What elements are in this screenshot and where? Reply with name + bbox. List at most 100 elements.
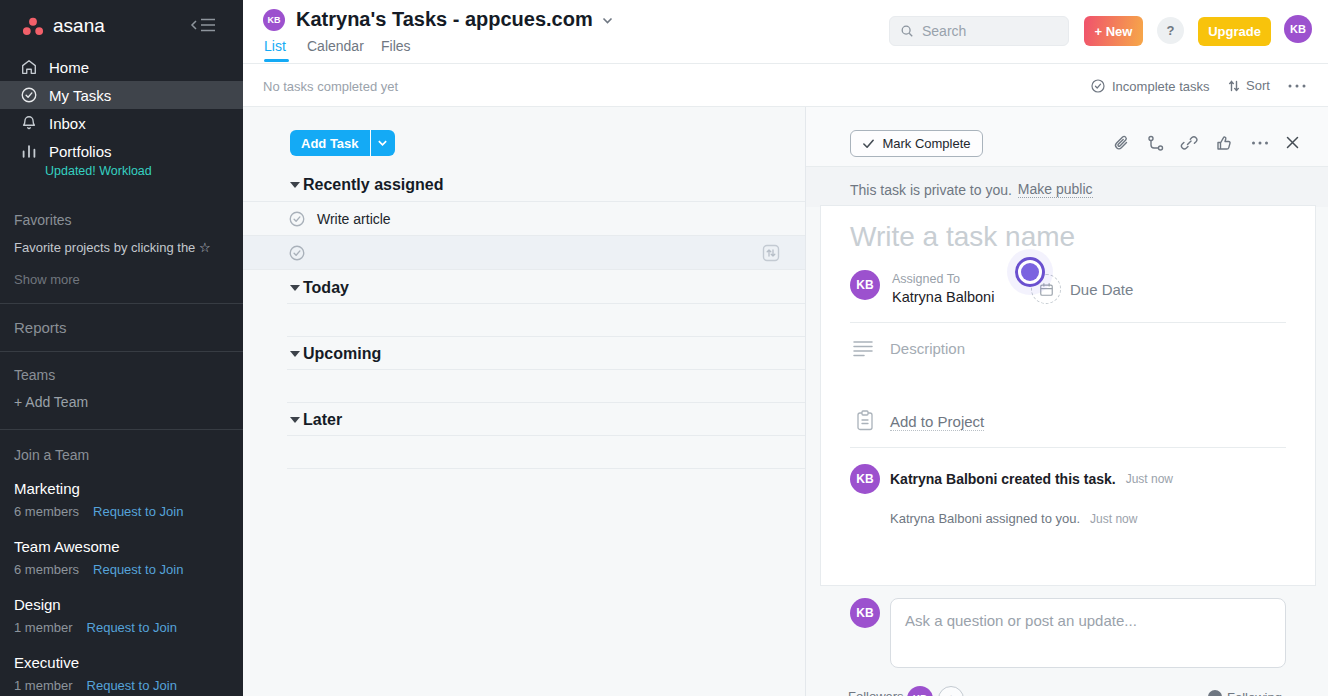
- reorder-icon[interactable]: [762, 244, 780, 262]
- sidebar-item-inbox[interactable]: Inbox: [0, 109, 243, 137]
- more-actions-icon[interactable]: [1250, 134, 1270, 152]
- asana-logo[interactable]: asana: [22, 15, 105, 37]
- section-header-upcoming[interactable]: Upcoming: [303, 345, 381, 363]
- more-options-icon[interactable]: [1286, 79, 1308, 93]
- filter-label: Incomplete tasks: [1112, 79, 1210, 94]
- add-task-button[interactable]: Add Task: [290, 130, 370, 156]
- add-follower-button[interactable]: +: [938, 686, 964, 696]
- today-rows: [287, 303, 805, 337]
- task-check-icon[interactable]: [288, 210, 306, 228]
- tab-files[interactable]: Files: [381, 38, 411, 54]
- user-avatar[interactable]: KB: [1284, 15, 1312, 43]
- sidebar-item-reports[interactable]: Reports: [14, 319, 67, 336]
- due-date-label: Due Date: [1070, 281, 1133, 298]
- section-collapse-icon[interactable]: [290, 182, 300, 188]
- team-members: 1 member: [14, 678, 73, 693]
- follower-avatar[interactable]: KB: [907, 686, 933, 696]
- team-name[interactable]: Design: [14, 596, 61, 613]
- show-more-link[interactable]: Show more: [14, 272, 80, 287]
- sidebar-item-label: Portfolios: [49, 143, 112, 160]
- assignee-avatar[interactable]: KB: [850, 270, 880, 300]
- followers-label: Followers: [848, 689, 904, 696]
- sidebar-item-label: My Tasks: [49, 87, 111, 104]
- comment-input[interactable]: Ask a question or post an update...: [890, 598, 1286, 668]
- cursor-dot: [1021, 263, 1039, 281]
- team-name[interactable]: Team Awesome: [14, 538, 120, 555]
- asana-logo-icon: [22, 17, 44, 36]
- comment-placeholder: Ask a question or post an update...: [905, 612, 1137, 629]
- completed-status: No tasks completed yet: [263, 79, 398, 94]
- sort-icon: [1227, 79, 1241, 93]
- request-to-join-link[interactable]: Request to Join: [93, 504, 183, 519]
- bell-icon: [20, 114, 38, 132]
- section-collapse-icon[interactable]: [290, 417, 300, 423]
- activity-entry: Katryna Balboni created this task. Just …: [890, 471, 1173, 487]
- check-circle-icon: [1090, 78, 1106, 94]
- section-header-today[interactable]: Today: [303, 279, 349, 297]
- sidebar-item-my-tasks[interactable]: My Tasks: [0, 81, 243, 109]
- title-caret-icon[interactable]: [601, 14, 614, 27]
- task-row-selected[interactable]: [243, 236, 805, 270]
- tab-active-underline: [264, 59, 289, 62]
- mark-complete-button[interactable]: Mark Complete: [850, 130, 983, 157]
- activity-avatar: KB: [850, 464, 880, 494]
- subtask-icon[interactable]: [1146, 134, 1164, 152]
- sort-button[interactable]: Sort: [1227, 78, 1270, 93]
- help-button[interactable]: ?: [1157, 17, 1184, 44]
- sidebar-item-home[interactable]: Home: [0, 53, 243, 81]
- sidebar-collapse-button[interactable]: [188, 16, 218, 38]
- comment-avatar: KB: [850, 598, 880, 628]
- new-button[interactable]: + New: [1084, 16, 1143, 46]
- recently-assigned-rows: Write article: [243, 201, 805, 270]
- add-task-dropdown-button[interactable]: [371, 130, 395, 156]
- close-icon[interactable]: [1284, 134, 1301, 151]
- search-placeholder: Search: [922, 23, 966, 39]
- task-title-input[interactable]: Write a task name: [850, 221, 1075, 253]
- tab-calendar[interactable]: Calendar: [307, 38, 364, 54]
- tab-list[interactable]: List: [264, 38, 286, 54]
- privacy-text: This task is private to you.: [850, 182, 1012, 198]
- activity-time: Just now: [1090, 512, 1137, 526]
- sidebar-item-portfolios[interactable]: Portfolios: [0, 137, 243, 165]
- activity-text: Katryna Balboni assigned to you.: [890, 511, 1080, 526]
- following-label[interactable]: Following: [1227, 690, 1282, 696]
- team-members: 1 member: [14, 620, 73, 635]
- team-name[interactable]: Marketing: [14, 480, 80, 497]
- add-team-button[interactable]: + Add Team: [14, 394, 88, 410]
- section-collapse-icon[interactable]: [290, 351, 300, 357]
- request-to-join-link[interactable]: Request to Join: [87, 678, 177, 693]
- assignee-name[interactable]: Katryna Balboni: [892, 289, 994, 305]
- task-row[interactable]: Write article: [243, 202, 805, 236]
- page-title[interactable]: Katryna's Tasks - appcues.com: [296, 8, 593, 31]
- workspace-avatar[interactable]: KB: [263, 9, 285, 31]
- upcoming-rows: [287, 369, 805, 403]
- team-meta: 1 member Request to Join: [14, 678, 177, 693]
- sidebar-portfolios-badge[interactable]: Updated! Workload: [45, 164, 152, 178]
- sidebar-item-label: Inbox: [49, 115, 86, 132]
- activity-time: Just now: [1126, 472, 1173, 486]
- request-to-join-link[interactable]: Request to Join: [93, 562, 183, 577]
- add-to-project-label: Add to Project: [890, 413, 984, 431]
- upgrade-button[interactable]: Upgrade: [1198, 17, 1271, 46]
- following-icon: [1208, 690, 1222, 696]
- link-icon[interactable]: [1180, 134, 1198, 152]
- like-icon[interactable]: [1215, 134, 1233, 152]
- task-check-icon[interactable]: [288, 244, 306, 262]
- description-icon: [853, 340, 873, 357]
- filter-incomplete-tasks[interactable]: Incomplete tasks: [1090, 78, 1210, 94]
- section-header-recently-assigned[interactable]: Recently assigned: [303, 176, 444, 194]
- team-members: 6 members: [14, 562, 79, 577]
- add-to-project-link[interactable]: Add to Project: [890, 413, 984, 430]
- team-name[interactable]: Executive: [14, 654, 79, 671]
- favorites-hint: Favorite projects by clicking the ☆: [14, 240, 211, 255]
- task-name[interactable]: Write article: [317, 211, 391, 227]
- teams-header: Teams: [14, 367, 55, 383]
- section-collapse-icon[interactable]: [290, 285, 300, 291]
- request-to-join-link[interactable]: Request to Join: [87, 620, 177, 635]
- section-header-later[interactable]: Later: [303, 411, 342, 429]
- attach-icon[interactable]: [1112, 134, 1130, 152]
- description-input[interactable]: Description: [890, 340, 965, 357]
- make-public-link[interactable]: Make public: [1018, 181, 1093, 198]
- team-meta: 6 members Request to Join: [14, 504, 183, 519]
- search-input[interactable]: Search: [889, 16, 1069, 46]
